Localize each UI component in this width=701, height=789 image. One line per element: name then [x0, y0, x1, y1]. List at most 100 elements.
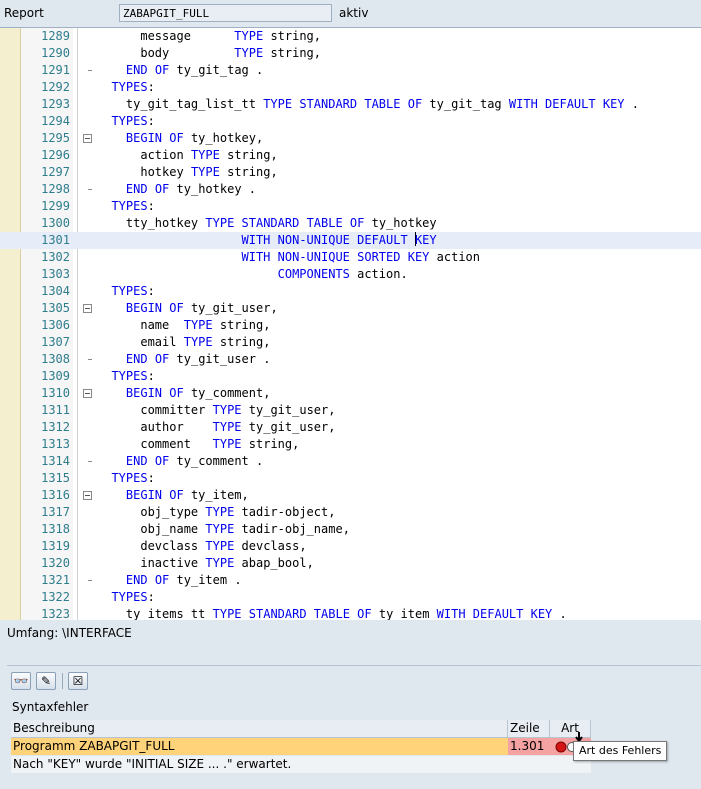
column-header-type[interactable]: Art: [550, 720, 591, 738]
error-row-line[interactable]: 1.301: [508, 738, 550, 755]
code-text: TYPES:: [111, 114, 155, 128]
code-text: END OF ty_item .: [125, 573, 242, 587]
code-line[interactable]: 1296 action TYPE string,: [0, 147, 701, 164]
code-line[interactable]: 1289 message TYPE string,: [0, 28, 701, 45]
code-line[interactable]: 1291 END OF ty_git_tag .: [0, 62, 701, 79]
toolbar-separator: [62, 673, 63, 689]
line-number: 1307: [41, 335, 70, 349]
code-editor[interactable]: 1289 message TYPE string, 1290 body TYPE …: [0, 27, 701, 620]
code-line[interactable]: 1302 WITH NON-UNIQUE SORTED KEY action: [0, 249, 701, 266]
fold-toggle-icon[interactable]: [83, 304, 92, 313]
code-line[interactable]: 1313 comment TYPE string,: [0, 436, 701, 453]
code-line[interactable]: 1309 TYPES:: [0, 368, 701, 385]
syntax-error-panel: 👓 ✎ ☒ Syntaxfehler Beschreibung Zeile Ar…: [7, 665, 701, 789]
code-text: BEGIN OF ty_comment,: [125, 386, 271, 400]
close-panel-button[interactable]: ☒: [68, 672, 88, 690]
report-header: Report ZABAPGIT_FULL aktiv: [0, 0, 701, 27]
code-text: WITH NON-UNIQUE DEFAULT KEY: [241, 232, 437, 247]
code-text: TYPES:: [111, 369, 155, 383]
code-line[interactable]: 1307 email TYPE string,: [0, 334, 701, 351]
fold-end-marker: [88, 461, 92, 462]
code-line[interactable]: 1303 COMPONENTS action.: [0, 266, 701, 283]
code-text: BEGIN OF ty_item,: [125, 488, 249, 502]
line-number: 1320: [41, 556, 70, 570]
fold-toggle-icon[interactable]: [83, 134, 92, 143]
code-line[interactable]: 1316 BEGIN OF ty_item,: [0, 487, 701, 504]
display-details-button[interactable]: 👓: [11, 672, 31, 690]
line-number: 1291: [41, 63, 70, 77]
line-number: 1312: [41, 420, 70, 434]
code-line[interactable]: 1299 TYPES:: [0, 198, 701, 215]
column-header-description[interactable]: Beschreibung: [11, 720, 508, 738]
code-line[interactable]: 1315 TYPES:: [0, 470, 701, 487]
code-text: END OF ty_hotkey .: [125, 182, 257, 196]
edit-button[interactable]: ✎: [36, 672, 56, 690]
line-number: 1298: [41, 182, 70, 196]
code-line[interactable]: 1314 END OF ty_comment .: [0, 453, 701, 470]
fold-toggle-icon[interactable]: [83, 389, 92, 398]
code-line[interactable]: 1317 obj_type TYPE tadir-object,: [0, 504, 701, 521]
code-text: TYPES:: [111, 199, 155, 213]
column-header-line[interactable]: Zeile: [508, 720, 550, 738]
code-text: comment TYPE string,: [140, 437, 300, 451]
line-number: 1319: [41, 539, 70, 553]
code-text: message TYPE string,: [140, 29, 322, 43]
code-text: END OF ty_git_user .: [125, 352, 271, 366]
code-line[interactable]: 1290 body TYPE string,: [0, 45, 701, 62]
code-line[interactable]: 1306 name TYPE string,: [0, 317, 701, 334]
code-line[interactable]: 1304 TYPES:: [0, 283, 701, 300]
code-line[interactable]: 1311 committer TYPE ty_git_user,: [0, 402, 701, 419]
code-line[interactable]: 1305 BEGIN OF ty_git_user,: [0, 300, 701, 317]
line-number: 1300: [41, 216, 70, 230]
code-text: TYPES:: [111, 284, 155, 298]
code-line[interactable]: 1310 BEGIN OF ty_comment,: [0, 385, 701, 402]
code-line[interactable]: 1297 hotkey TYPE string,: [0, 164, 701, 181]
code-line[interactable]: 1293 ty_git_tag_list_tt TYPE STANDARD TA…: [0, 96, 701, 113]
code-line[interactable]: 1298 END OF ty_hotkey .: [0, 181, 701, 198]
code-line[interactable]: 1308 END OF ty_git_user .: [0, 351, 701, 368]
fold-toggle-icon[interactable]: [83, 491, 92, 500]
code-line[interactable]: 1294 TYPES:: [0, 113, 701, 130]
code-text: ty_git_tag_list_tt TYPE STANDARD TABLE O…: [125, 97, 639, 111]
code-line[interactable]: 1292 TYPES:: [0, 79, 701, 96]
line-number: 1293: [41, 97, 70, 111]
code-line[interactable]: 1320 inactive TYPE abap_bool,: [0, 555, 701, 572]
code-line[interactable]: 1295 BEGIN OF ty_hotkey,: [0, 130, 701, 147]
line-number: 1323: [41, 607, 70, 620]
code-text: committer TYPE ty_git_user,: [140, 403, 336, 417]
line-number: 1313: [41, 437, 70, 451]
line-number: 1318: [41, 522, 70, 536]
code-line[interactable]: 1301 WITH NON-UNIQUE DEFAULT KEY: [0, 232, 701, 249]
code-text: obj_name TYPE tadir-obj_name,: [140, 522, 350, 536]
code-text: BEGIN OF ty_hotkey,: [125, 131, 264, 145]
report-name-field[interactable]: ZABAPGIT_FULL: [119, 4, 332, 22]
code-text: END OF ty_git_tag .: [125, 63, 264, 77]
panel-title: Syntaxfehler: [12, 700, 89, 714]
code-line[interactable]: 1323 ty_items_tt TYPE STANDARD TABLE OF …: [0, 606, 701, 620]
code-text: TYPES:: [111, 80, 155, 94]
line-number: 1299: [41, 199, 70, 213]
code-text: ty_items_tt TYPE STANDARD TABLE OF ty_it…: [125, 607, 567, 620]
code-text: hotkey TYPE string,: [140, 165, 278, 179]
code-line[interactable]: 1319 devclass TYPE devclass,: [0, 538, 701, 555]
line-number: 1315: [41, 471, 70, 485]
code-text: obj_type TYPE tadir-object,: [140, 505, 336, 519]
code-text: email TYPE string,: [140, 335, 271, 349]
glasses-icon: 👓: [13, 674, 29, 688]
line-number: 1308: [41, 352, 70, 366]
code-line[interactable]: 1300 tty_hotkey TYPE STANDARD TABLE OF t…: [0, 215, 701, 232]
error-row-description[interactable]: Programm ZABAPGIT_FULL: [11, 738, 508, 755]
code-line[interactable]: 1321 END OF ty_item .: [0, 572, 701, 589]
code-line[interactable]: 1318 obj_name TYPE tadir-obj_name,: [0, 521, 701, 538]
code-line[interactable]: 1312 author TYPE ty_git_user,: [0, 419, 701, 436]
code-text: tty_hotkey TYPE STANDARD TABLE OF ty_hot…: [125, 216, 437, 230]
line-number: 1309: [41, 369, 70, 383]
line-number: 1310: [41, 386, 70, 400]
line-number: 1311: [41, 403, 70, 417]
code-line[interactable]: 1322 TYPES:: [0, 589, 701, 606]
tooltip: Art des Fehlers: [573, 741, 668, 761]
code-text: WITH NON-UNIQUE SORTED KEY action: [241, 250, 481, 264]
code-text: name TYPE string,: [140, 318, 271, 332]
code-text: TYPES:: [111, 590, 155, 604]
line-number: 1304: [41, 284, 70, 298]
